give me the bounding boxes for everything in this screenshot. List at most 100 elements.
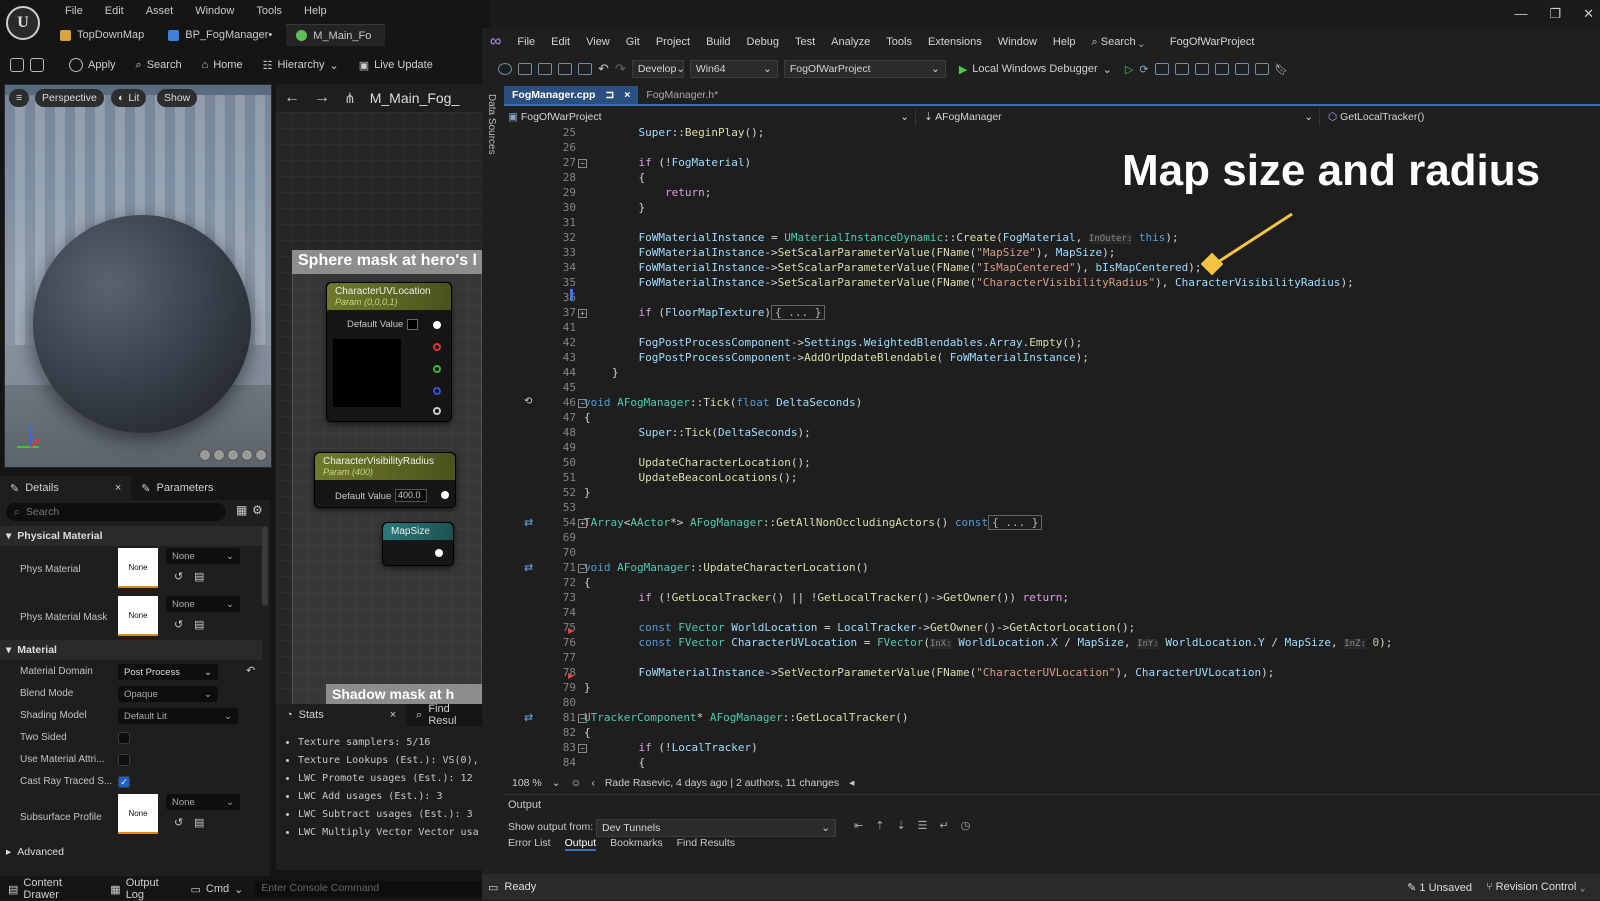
phys-material-mask-dropdown[interactable]: None ⌄ xyxy=(166,596,240,612)
content-drawer-button[interactable]: ▤ Content Drawer xyxy=(8,877,98,901)
sphere-shape-icon[interactable] xyxy=(199,449,211,461)
close-icon[interactable]: × xyxy=(624,89,630,101)
ue-menu-help[interactable]: Help xyxy=(293,5,338,17)
output-pin[interactable] xyxy=(441,491,449,499)
vs-menu-test[interactable]: Test xyxy=(787,36,823,48)
override-icon[interactable]: ⟲ xyxy=(524,396,532,407)
pin-icon[interactable]: ⊐ xyxy=(605,89,614,101)
config-combo[interactable]: Develop ⌄ xyxy=(631,60,685,78)
goto-definition-icon[interactable]: ⇄ xyxy=(524,516,533,529)
save-all-icon[interactable] xyxy=(578,63,592,75)
cast-ray-traced-checkbox[interactable]: ✓ xyxy=(118,776,130,788)
redo-icon[interactable]: ↷ xyxy=(615,61,626,77)
ue-menu-edit[interactable]: Edit xyxy=(94,5,135,17)
fold-toggle[interactable]: − xyxy=(578,744,587,753)
ue-menu-tools[interactable]: Tools xyxy=(245,5,293,17)
next-message-icon[interactable]: ⇣ xyxy=(896,819,905,832)
shading-model-dropdown[interactable]: Default Lit ⌄ xyxy=(118,708,238,724)
folder-icon[interactable]: ▤ xyxy=(194,618,204,631)
start-without-debug-icon[interactable]: ▷ xyxy=(1125,63,1133,76)
fold-toggle[interactable]: − xyxy=(578,159,587,168)
fold-toggle[interactable]: + xyxy=(578,309,587,318)
back-arrow-icon[interactable]: ← xyxy=(284,89,300,107)
fold-toggle[interactable]: + xyxy=(578,519,587,528)
tab-error-list[interactable]: Error List xyxy=(508,837,551,851)
subsurface-profile-dropdown[interactable]: None ⌄ xyxy=(166,794,240,810)
zoom-level[interactable]: 108 % xyxy=(512,777,542,789)
apply-button[interactable]: Apply xyxy=(62,54,123,76)
perspective-button[interactable]: Perspective xyxy=(35,89,104,107)
output-log-button[interactable]: ▦ Output Log xyxy=(110,877,178,901)
class-nav-combo[interactable]: ⇣ AFogManager ⌄ xyxy=(916,108,1320,126)
close-icon[interactable]: × xyxy=(390,709,396,721)
output-pin-green[interactable] xyxy=(433,365,441,373)
toolbar-icon[interactable] xyxy=(1154,63,1169,75)
viewport-menu-button[interactable]: ≡ xyxy=(9,89,29,107)
material-domain-dropdown[interactable]: Post Process ⌄ xyxy=(118,664,218,680)
plane-shape-icon[interactable] xyxy=(241,449,253,461)
tab-fogmanager-h[interactable]: FogManager.h* xyxy=(638,86,726,104)
tab-stats[interactable]: ◔ Stats × xyxy=(276,704,407,726)
find-message-icon[interactable]: ⇤ xyxy=(854,819,863,832)
save-icon[interactable] xyxy=(10,58,24,72)
timestamp-icon[interactable]: ◷ xyxy=(961,819,971,832)
vs-menu-analyze[interactable]: Analyze xyxy=(823,36,878,48)
folder-icon[interactable]: ▤ xyxy=(194,570,204,583)
toolbar-icon[interactable] xyxy=(1194,63,1209,75)
ue-menu-file[interactable]: File xyxy=(54,5,94,17)
forward-arrow-icon[interactable]: → xyxy=(314,89,330,107)
console-input[interactable]: Enter Console Command xyxy=(255,881,490,897)
node-mapsize[interactable]: MapSize xyxy=(382,522,454,566)
nav-back-icon[interactable] xyxy=(498,63,512,75)
chevron-down-icon[interactable]: ⌄ xyxy=(552,777,561,789)
close-icon[interactable]: × xyxy=(115,482,121,494)
output-pin-red[interactable] xyxy=(433,343,441,351)
platform-combo[interactable]: Win64 ⌄ xyxy=(689,60,778,78)
comment-title-shadow[interactable]: Shadow mask at h xyxy=(326,684,482,704)
git-blame-info[interactable]: Rade Rasevic, 4 days ago | 2 authors, 11… xyxy=(605,777,839,789)
material-preview-viewport[interactable]: ≡ Perspective ◐ Lit Show xyxy=(4,84,272,468)
reset-arrow-icon[interactable]: ↶ xyxy=(246,664,255,677)
vs-menu-build[interactable]: Build xyxy=(698,36,738,48)
output-pin-alpha[interactable] xyxy=(433,407,441,415)
tab-details[interactable]: ✎ Details × xyxy=(0,476,132,500)
fold-toggle[interactable]: − xyxy=(578,714,587,723)
startup-project-combo[interactable]: FogOfWarProject ⌄ xyxy=(783,60,946,78)
member-nav-combo[interactable]: ⬡ GetLocalTracker() xyxy=(1320,108,1600,126)
node-character-visibility-radius[interactable]: CharacterVisibilityRadius Param (400) Def… xyxy=(314,452,456,508)
details-scrollbar[interactable] xyxy=(262,526,268,606)
vs-menu-view[interactable]: View xyxy=(578,36,618,48)
save-icon[interactable] xyxy=(558,63,572,75)
start-debugging-button[interactable]: ▶ Local Windows Debugger ⌄ xyxy=(952,58,1119,80)
phys-material-dropdown[interactable]: None ⌄ xyxy=(166,548,240,564)
tab-bookmarks[interactable]: Bookmarks xyxy=(610,837,663,851)
open-icon[interactable] xyxy=(538,63,552,75)
ue-menu-window[interactable]: Window xyxy=(184,5,245,17)
subsurface-profile-thumbnail[interactable]: None xyxy=(118,794,158,834)
goto-definition-icon[interactable]: ⇄ xyxy=(524,711,533,724)
minimize-icon[interactable]: — xyxy=(1514,6,1527,22)
vs-menu-project[interactable]: Project xyxy=(648,36,698,48)
vs-menu-git[interactable]: Git xyxy=(618,36,648,48)
node-character-uv-location[interactable]: CharacterUVLocation Param (0,0,0,1) Defau… xyxy=(326,282,452,422)
refresh-icon[interactable]: ⟳ xyxy=(1139,63,1148,76)
project-nav-combo[interactable]: ▣ FogOfWarProject ⌄ xyxy=(504,108,916,126)
word-wrap-icon[interactable]: ↵ xyxy=(940,819,949,832)
chevron-left-icon[interactable]: ◂ xyxy=(849,777,854,789)
use-material-attributes-checkbox[interactable] xyxy=(118,754,130,766)
copilot-icon[interactable]: ☺ xyxy=(571,777,582,789)
vs-search-button[interactable]: ⌕ Search ⌄ xyxy=(1084,36,1152,49)
output-pin-blue[interactable] xyxy=(433,387,441,395)
vs-menu-tools[interactable]: Tools xyxy=(878,36,920,48)
show-output-from-combo[interactable]: Dev Tunnels ⌄ xyxy=(596,819,836,837)
blend-mode-dropdown[interactable]: Opaque ⌄ xyxy=(118,686,218,702)
vs-menu-file[interactable]: File xyxy=(509,36,543,48)
toolbar-icon[interactable] xyxy=(1214,63,1229,75)
vs-menu-extensions[interactable]: Extensions xyxy=(920,36,990,48)
table-view-icon[interactable]: ▦ xyxy=(236,503,247,517)
section-advanced[interactable]: ▸ Advanced xyxy=(0,844,262,860)
default-value-input[interactable]: 400.0 xyxy=(395,489,427,502)
live-update-button[interactable]: ▣ Live Update xyxy=(352,54,440,76)
two-sided-checkbox[interactable] xyxy=(118,732,130,744)
fold-toggle[interactable]: − xyxy=(578,399,587,408)
